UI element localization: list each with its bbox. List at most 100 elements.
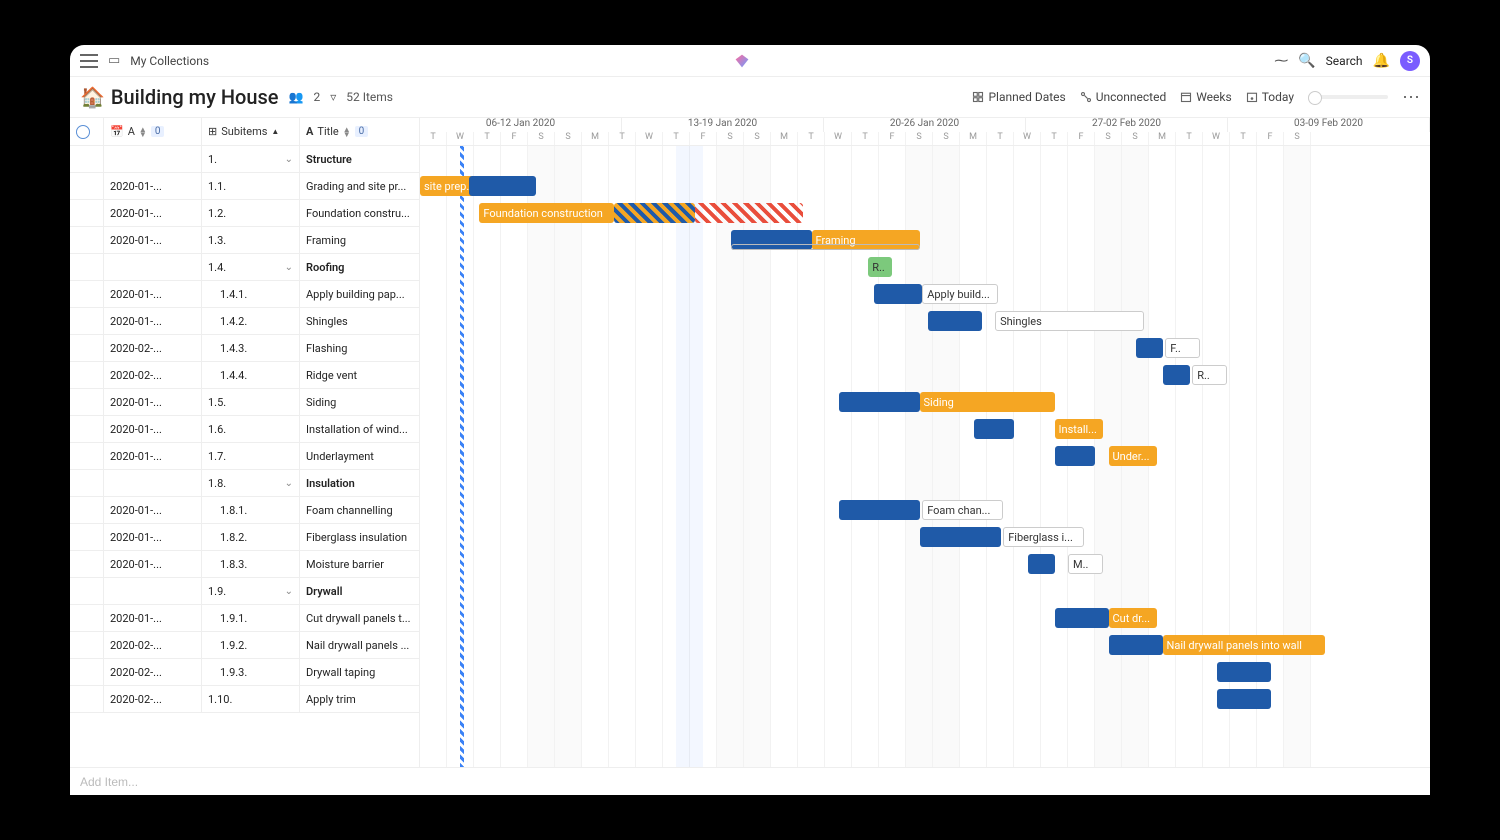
bar-under[interactable] (1055, 446, 1096, 466)
bar-grading-planned[interactable]: site prep... (420, 176, 474, 196)
item-count[interactable]: 52 Items (346, 90, 393, 104)
date-cell: 2020-01-... (104, 551, 202, 578)
bar-ridge[interactable] (1163, 365, 1190, 385)
table-row[interactable]: 2020-01-... 1.8.3. Moisture barrier (70, 551, 419, 578)
unconnected-button[interactable]: Unconnected (1080, 90, 1167, 104)
bar-drywall-taping[interactable] (1217, 662, 1271, 682)
bar-install[interactable] (974, 419, 1015, 439)
more-icon[interactable]: ⋯ (1402, 87, 1420, 108)
date-column-header[interactable]: 📅 A ▲▼ 0 (104, 118, 202, 146)
date-cell (104, 470, 202, 497)
title-cell: Fiberglass insulation (300, 524, 419, 551)
table-row[interactable]: 2020-01-... 1.4.2. Shingles (70, 308, 419, 335)
menu-icon[interactable] (80, 54, 98, 68)
search-label[interactable]: Search (1326, 54, 1363, 68)
title-cell: Nail drywall panels ... (300, 632, 419, 659)
bar-apply-build[interactable] (874, 284, 923, 304)
table-row[interactable]: 2020-02-... 1.9.3. Drywall taping (70, 659, 419, 686)
bar-cutdry-planned[interactable]: Cut dr... (1109, 608, 1158, 628)
weeks-button[interactable]: Weeks (1180, 90, 1231, 104)
date-cell: 2020-01-... (104, 281, 202, 308)
notifications-icon[interactable]: 🔔 (1373, 53, 1390, 69)
bar-foam[interactable] (839, 500, 920, 520)
bar-shingles[interactable] (928, 311, 982, 331)
activity-icon[interactable]: ⁓ (1274, 53, 1288, 69)
bar-naildry[interactable] (1109, 635, 1163, 655)
day-header: F (879, 132, 906, 146)
table-row[interactable]: 2020-02-... 1.4.3. Flashing (70, 335, 419, 362)
table-row[interactable]: 2020-01-... 1.8.1. Foam channelling (70, 497, 419, 524)
bar-shingles-label[interactable]: Shingles (995, 311, 1144, 331)
add-item-input[interactable] (80, 775, 280, 789)
week-header: 13-19 Jan 2020 (622, 118, 824, 132)
chevron-down-icon: ⌄ (285, 262, 293, 273)
bar-foundation-overlap[interactable] (614, 203, 695, 223)
bar-moisture[interactable] (1028, 554, 1055, 574)
bar-apply-trim[interactable] (1217, 689, 1271, 709)
title-cell: Installation of wind... (300, 416, 419, 443)
bar-siding-planned[interactable]: Siding (920, 392, 1055, 412)
day-header: W (447, 132, 474, 146)
filter-icon[interactable]: ▿ (330, 90, 336, 104)
planned-dates-button[interactable]: Planned Dates (972, 90, 1065, 104)
day-header: W (1203, 132, 1230, 146)
bar-roofing[interactable]: R.. (868, 257, 892, 277)
gantt-panel[interactable]: 06-12 Jan 202013-19 Jan 202020-26 Jan 20… (420, 118, 1430, 767)
week-header: 27-02 Feb 2020 (1026, 118, 1228, 132)
breadcrumb[interactable]: My Collections (130, 54, 209, 68)
table-row[interactable]: 2020-01-... 1.3. Framing (70, 227, 419, 254)
bar-foundation-overdue[interactable] (695, 203, 803, 223)
title-column-header[interactable]: A Title ▲▼ 0 (300, 118, 419, 146)
table-row[interactable]: 1.⌄ Structure (70, 146, 419, 173)
select-column-header[interactable] (70, 118, 104, 146)
day-header: W (636, 132, 663, 146)
search-icon[interactable]: 🔍 (1298, 53, 1315, 69)
table-row[interactable]: 2020-01-... 1.7. Underlayment (70, 443, 419, 470)
date-cell: 2020-01-... (104, 497, 202, 524)
num-cell: 1.3. (202, 227, 300, 254)
zoom-slider[interactable] (1308, 95, 1388, 99)
bar-under-planned[interactable]: Under... (1109, 446, 1158, 466)
table-row[interactable]: 2020-01-... 1.8.2. Fiberglass insulation (70, 524, 419, 551)
table-row[interactable]: 2020-02-... 1.4.4. Ridge vent (70, 362, 419, 389)
table-row[interactable]: 1.8.⌄ Insulation (70, 470, 419, 497)
num-cell: 1.4.3. (202, 335, 300, 362)
bar-fiberglass-label[interactable]: Fiberglass i... (1003, 527, 1084, 547)
bar-install-planned[interactable]: Install... (1055, 419, 1104, 439)
table-row[interactable]: 1.9.⌄ Drywall (70, 578, 419, 605)
table-row[interactable]: 2020-01-... 1.4.1. Apply building pap... (70, 281, 419, 308)
today-button[interactable]: Today (1246, 90, 1294, 104)
table-row[interactable]: 2020-01-... 1.9.1. Cut drywall panels t.… (70, 605, 419, 632)
table-row[interactable]: 1.4.⌄ Roofing (70, 254, 419, 281)
table-row[interactable]: 2020-01-... 1.2. Foundation constru... (70, 200, 419, 227)
bar-foundation-planned[interactable]: Foundation construction (479, 203, 614, 223)
date-cell: 2020-02-... (104, 335, 202, 362)
bar-flashing[interactable] (1136, 338, 1163, 358)
bar-fiberglass[interactable] (920, 527, 1001, 547)
title-cell: Foam channelling (300, 497, 419, 524)
table-row[interactable]: 2020-01-... 1.5. Siding (70, 389, 419, 416)
title-cell: Drywall (300, 578, 419, 605)
day-header: T (609, 132, 636, 146)
bar-ridge-label[interactable]: R.. (1192, 365, 1227, 385)
table-row[interactable]: 2020-02-... 1.10. Apply trim (70, 686, 419, 713)
bar-cutdry[interactable] (1055, 608, 1109, 628)
bar-foam-label[interactable]: Foam chan... (922, 500, 1003, 520)
bar-moisture-label[interactable]: M.. (1068, 554, 1103, 574)
bar-naildry-planned[interactable]: Nail drywall panels into wall (1163, 635, 1325, 655)
bar-grading[interactable] (469, 176, 537, 196)
bar-flashing-label[interactable]: F.. (1165, 338, 1200, 358)
avatar[interactable]: S (1400, 51, 1420, 71)
bar-siding[interactable] (839, 392, 920, 412)
date-cell: 2020-01-... (104, 524, 202, 551)
day-header: S (744, 132, 771, 146)
date-cell (104, 146, 202, 173)
bar-apply-build-label[interactable]: Apply build... (922, 284, 998, 304)
table-row[interactable]: 2020-02-... 1.9.2. Nail drywall panels .… (70, 632, 419, 659)
people-count[interactable]: 2 (313, 90, 320, 104)
table-row[interactable]: 2020-01-... 1.6. Installation of wind... (70, 416, 419, 443)
calendar-icon: 📅 (110, 125, 124, 138)
title-cell: Apply trim (300, 686, 419, 713)
subitems-column-header[interactable]: ⊞ Subitems ▲ (202, 118, 300, 146)
table-row[interactable]: 2020-01-... 1.1. Grading and site pr... (70, 173, 419, 200)
